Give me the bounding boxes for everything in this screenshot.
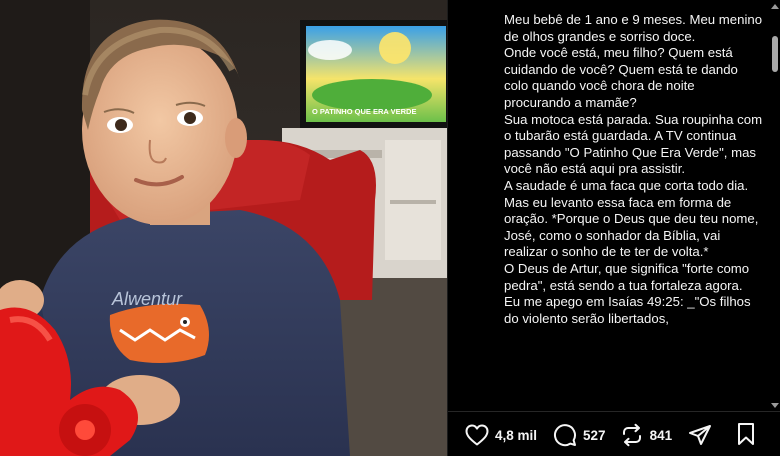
post-caption: Meu bebê de 1 ano e 9 meses. Meu menino … — [504, 12, 764, 327]
caption-scroll-area[interactable]: Meu bebê de 1 ano e 9 meses. Meu menino … — [504, 12, 764, 410]
like-button[interactable]: 4,8 mil — [465, 424, 537, 446]
repost-icon — [622, 423, 641, 447]
comment-button[interactable]: 527 — [553, 423, 606, 447]
scroll-up-arrow-icon[interactable] — [771, 4, 779, 9]
caption-paragraph: Sua motoca está parada. Sua roupinha com… — [504, 111, 763, 177]
send-paper-plane-icon — [689, 425, 712, 445]
comment-bubble-icon — [554, 424, 577, 447]
post-details-panel: Meu bebê de 1 ano e 9 meses. Meu menino … — [447, 0, 780, 456]
repost-button[interactable]: 841 — [620, 423, 673, 447]
heart-icon — [465, 424, 489, 446]
share-button[interactable] — [688, 423, 712, 447]
scroll-down-arrow-icon[interactable] — [771, 403, 779, 408]
caption-paragraph: Eu me apego em Isaías 49:25: _"Os filhos… — [504, 294, 751, 326]
caption-scrollbar[interactable] — [770, 4, 780, 408]
post-photo[interactable]: O PATINHO QUE ERA VERDE Alwentur — [0, 0, 447, 456]
scrollbar-thumb[interactable] — [772, 36, 778, 72]
tv-caption: O PATINHO QUE ERA VERDE — [312, 107, 416, 116]
comment-count: 527 — [583, 427, 606, 443]
caption-paragraph: Onde você está, meu filho? Quem está cui… — [504, 45, 738, 110]
caption-paragraph: A saudade é uma faca que corta todo dia.… — [504, 177, 759, 260]
actions-divider — [448, 411, 780, 412]
save-button[interactable] — [736, 422, 756, 446]
shirt-text: Alwentur — [111, 289, 183, 309]
child-photo-image: O PATINHO QUE ERA VERDE Alwentur — [0, 0, 447, 456]
caption-paragraph: O Deus de Artur, que significa "forte co… — [504, 260, 750, 293]
bookmark-icon — [738, 423, 754, 445]
like-count: 4,8 mil — [495, 427, 538, 443]
repost-count: 841 — [649, 427, 673, 443]
caption-paragraph: Meu bebê de 1 ano e 9 meses. Meu menino … — [504, 12, 763, 44]
post-actions-bar: 4,8 mil 527 841 — [465, 421, 770, 449]
